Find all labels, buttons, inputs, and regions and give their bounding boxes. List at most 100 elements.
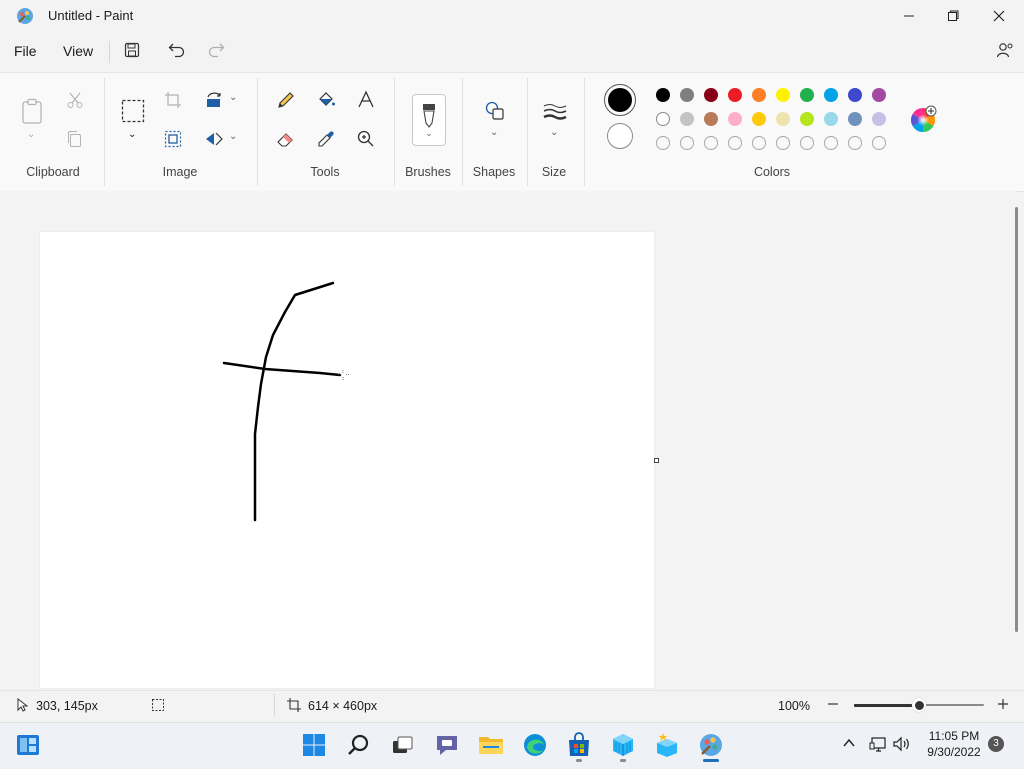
empty-color-swatch[interactable] [824,136,838,150]
save-button[interactable] [120,38,144,62]
cube-star-app-button[interactable] [653,731,681,759]
cut-button[interactable] [64,89,86,111]
canvas-size-text: 614 × 460px [308,699,378,713]
zoom-out-button[interactable] [826,697,840,713]
paint-taskbar-button[interactable] [697,731,725,759]
empty-color-swatch[interactable] [800,136,814,150]
color-swatch[interactable] [776,88,790,102]
color-swatch[interactable] [704,88,718,102]
menu-separator [109,41,110,63]
color-swatch[interactable] [728,88,742,102]
file-explorer-button[interactable] [477,731,505,759]
palette-row-2 [656,112,886,126]
clock[interactable]: 11:05 PM 9/30/2022 [924,729,984,759]
start-button[interactable] [300,731,328,759]
empty-color-swatch[interactable] [704,136,718,150]
zoom-in-button[interactable] [996,697,1010,713]
empty-color-swatch[interactable] [728,136,742,150]
text-button[interactable] [354,88,378,112]
color-swatch[interactable] [752,88,766,102]
shapes-button[interactable] [482,98,508,124]
paste-button[interactable] [18,96,46,126]
color-swatch[interactable] [872,112,886,126]
task-view-button[interactable] [389,731,417,759]
redo-icon [208,43,225,58]
size-group-label: Size [541,165,567,179]
empty-color-swatch[interactable] [872,136,886,150]
zoom-slider-fill [854,703,919,707]
pencil-button[interactable] [274,88,298,112]
maximize-button[interactable] [930,0,976,32]
color-picker-button[interactable] [314,127,338,151]
view-menu[interactable]: View [63,43,93,59]
zoom-slider-thumb[interactable] [912,698,926,712]
color-swatch[interactable] [680,112,694,126]
eraser-button[interactable] [274,127,298,151]
color-swatch[interactable] [848,88,862,102]
vertical-scrollbar[interactable] [1015,207,1018,632]
flip-chevron-icon[interactable]: ⌄ [229,131,237,142]
magnifier-button[interactable] [354,127,378,151]
store-button[interactable] [565,731,593,759]
file-menu[interactable]: File [14,43,37,59]
empty-color-swatch[interactable] [848,136,862,150]
search-button[interactable] [345,731,373,759]
color-swatch[interactable] [800,88,814,102]
color-swatch[interactable] [872,88,886,102]
size-button[interactable] [540,98,570,124]
empty-color-swatch[interactable] [680,136,694,150]
fill-button[interactable] [314,88,338,112]
color-swatch[interactable] [824,112,838,126]
minimize-button[interactable] [886,0,932,32]
shapes-chevron-icon[interactable]: ⌄ [490,127,498,138]
color-swatch[interactable] [656,88,670,102]
color-swatch[interactable] [752,112,766,126]
rotate-button[interactable] [203,89,225,111]
network-button[interactable] [869,735,887,753]
empty-color-swatch[interactable] [776,136,790,150]
color-swatch[interactable] [704,112,718,126]
crop-icon [165,92,181,108]
volume-button[interactable] [892,735,912,753]
rotate-chevron-icon[interactable]: ⌄ [229,92,237,103]
color-swatch[interactable] [848,112,862,126]
clipboard-group-label: Clipboard [26,165,80,179]
edit-colors-button[interactable] [908,104,938,134]
edge-button[interactable] [521,731,549,759]
redo-button[interactable] [204,38,228,62]
brushes-button[interactable]: ⌄ [412,94,446,146]
network-icon [869,737,886,752]
notification-badge[interactable]: 3 [988,736,1004,752]
clock-time: 11:05 PM [928,729,980,743]
teams-chat-button[interactable] [433,731,461,759]
color-swatch[interactable] [776,112,790,126]
size-chevron-icon[interactable]: ⌄ [550,127,558,138]
flip-icon [206,132,223,146]
secondary-color-button[interactable] [607,123,633,149]
select-button[interactable] [118,96,148,126]
color-swatch[interactable] [800,112,814,126]
empty-color-swatch[interactable] [752,136,766,150]
primary-color-button[interactable] [604,84,636,116]
crop-button[interactable] [162,89,184,111]
share-button[interactable] [993,38,1017,62]
color-swatch[interactable] [824,88,838,102]
color-swatch[interactable] [656,112,670,126]
color-swatch[interactable] [680,88,694,102]
chevron-up-icon [843,738,855,747]
resize-button[interactable] [162,128,184,150]
undo-button[interactable] [165,38,189,62]
select-chevron-icon[interactable]: ⌄ [128,129,136,140]
color-swatch[interactable] [728,112,742,126]
flip-button[interactable] [203,128,225,150]
copy-button[interactable] [64,128,86,150]
drawing-canvas[interactable] [40,232,654,688]
blue-cube-app-button[interactable] [609,731,637,759]
show-hidden-icons-button[interactable] [842,736,858,752]
empty-color-swatch[interactable] [656,136,670,150]
widgets-button[interactable] [14,731,42,759]
paste-chevron-icon[interactable]: ⌄ [27,129,35,140]
canvas-resize-handle[interactable] [654,458,659,463]
close-button[interactable] [976,0,1022,32]
rotate-icon [207,92,221,107]
